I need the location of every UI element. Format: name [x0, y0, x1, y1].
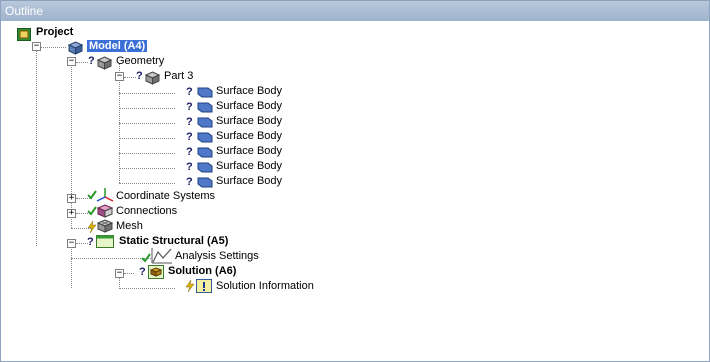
- outline-titlebar: Outline: [1, 1, 709, 21]
- lightning-icon: [185, 280, 195, 292]
- tree-item-mesh[interactable]: Mesh: [116, 220, 143, 232]
- tree-item-analysis-settings[interactable]: Analysis Settings: [175, 250, 259, 262]
- static-structural-icon: [96, 235, 114, 248]
- model-expander[interactable]: −: [32, 42, 41, 51]
- tree-item-label: Surface Body: [216, 130, 283, 142]
- surface-body-icon: [197, 147, 213, 158]
- tree-item-label: Surface Body: [216, 85, 283, 97]
- body-status-question: ?: [186, 146, 193, 158]
- tree-connector: [71, 63, 72, 228]
- tree-connector: [71, 258, 151, 259]
- tree-item-part[interactable]: Part 3: [164, 70, 193, 82]
- surface-body-icon: [197, 87, 213, 98]
- body-status-question: ?: [186, 176, 193, 188]
- connections-expander[interactable]: +: [67, 209, 76, 218]
- coordinate-systems-expander[interactable]: +: [67, 194, 76, 203]
- solution-icon: [148, 265, 164, 279]
- geometry-expander[interactable]: −: [67, 57, 76, 66]
- tree-connector: [119, 288, 175, 289]
- tree-connector: [71, 243, 72, 288]
- tree-item-label: Surface Body: [216, 175, 283, 187]
- body-status-question: ?: [186, 161, 193, 173]
- tree-item-label: Surface Body: [216, 100, 283, 112]
- geometry-icon: [96, 55, 113, 74]
- tree-item-model[interactable]: Model (A4): [87, 40, 148, 52]
- tree-connector: [119, 153, 175, 154]
- tree-item-project[interactable]: Project: [36, 26, 73, 38]
- outline-panel: Outline Project − Model (A4) − ? Geometr…: [0, 0, 710, 362]
- tree-item-label: Surface Body: [216, 160, 283, 172]
- tree-connector: [36, 46, 37, 246]
- part-status-question: ?: [136, 70, 143, 82]
- analysis-settings-icon: [151, 248, 172, 264]
- surface-body-icon: [197, 177, 213, 188]
- connections-icon: [97, 204, 113, 218]
- tree-connector: [41, 47, 66, 48]
- part-icon: [144, 70, 161, 89]
- solution-information-icon: [196, 279, 212, 293]
- tree-connector: [119, 108, 175, 109]
- geometry-status-question: ?: [88, 55, 95, 67]
- body-status-question: ?: [186, 131, 193, 143]
- tree-item-coordinate-systems[interactable]: Coordinate Systems: [116, 190, 215, 202]
- panel-title: Outline: [5, 4, 44, 18]
- lightning-icon: [87, 221, 97, 233]
- check-icon: [87, 206, 97, 216]
- body-status-question: ?: [186, 101, 193, 113]
- project-icon: [17, 26, 31, 45]
- tree-item-geometry[interactable]: Geometry: [116, 55, 164, 67]
- mesh-icon: [97, 219, 113, 233]
- part-expander[interactable]: −: [115, 72, 124, 81]
- static-structural-status-question: ?: [87, 236, 94, 248]
- tree-item-label: Surface Body: [216, 115, 283, 127]
- tree-connector: [119, 93, 175, 94]
- tree-connector: [119, 183, 175, 184]
- surface-body-icon: [197, 117, 213, 128]
- surface-body-icon: [197, 162, 213, 173]
- solution-status-question: ?: [139, 266, 146, 278]
- tree-connector: [76, 62, 88, 63]
- surface-body-icon: [197, 132, 213, 143]
- tree-item-solution-information[interactable]: Solution Information: [216, 280, 314, 292]
- coordinate-systems-icon: [96, 188, 114, 202]
- tree-connector: [119, 138, 175, 139]
- static-structural-expander[interactable]: −: [67, 239, 76, 248]
- tree-item-solution[interactable]: Solution (A6): [168, 265, 236, 277]
- tree-connector: [119, 123, 175, 124]
- outline-tree: Project − Model (A4) − ? Geometry − ? Pa…: [1, 21, 709, 361]
- tree-connector: [124, 273, 134, 274]
- tree-item-static-structural[interactable]: Static Structural (A5): [119, 235, 228, 247]
- check-icon: [141, 253, 151, 263]
- body-status-question: ?: [186, 86, 193, 98]
- tree-item-connections[interactable]: Connections: [116, 205, 177, 217]
- surface-body-icon: [197, 102, 213, 113]
- tree-connector: [124, 77, 136, 78]
- solution-expander[interactable]: −: [115, 269, 124, 278]
- body-status-question: ?: [186, 116, 193, 128]
- tree-connector: [119, 168, 175, 169]
- tree-item-label: Surface Body: [216, 145, 283, 157]
